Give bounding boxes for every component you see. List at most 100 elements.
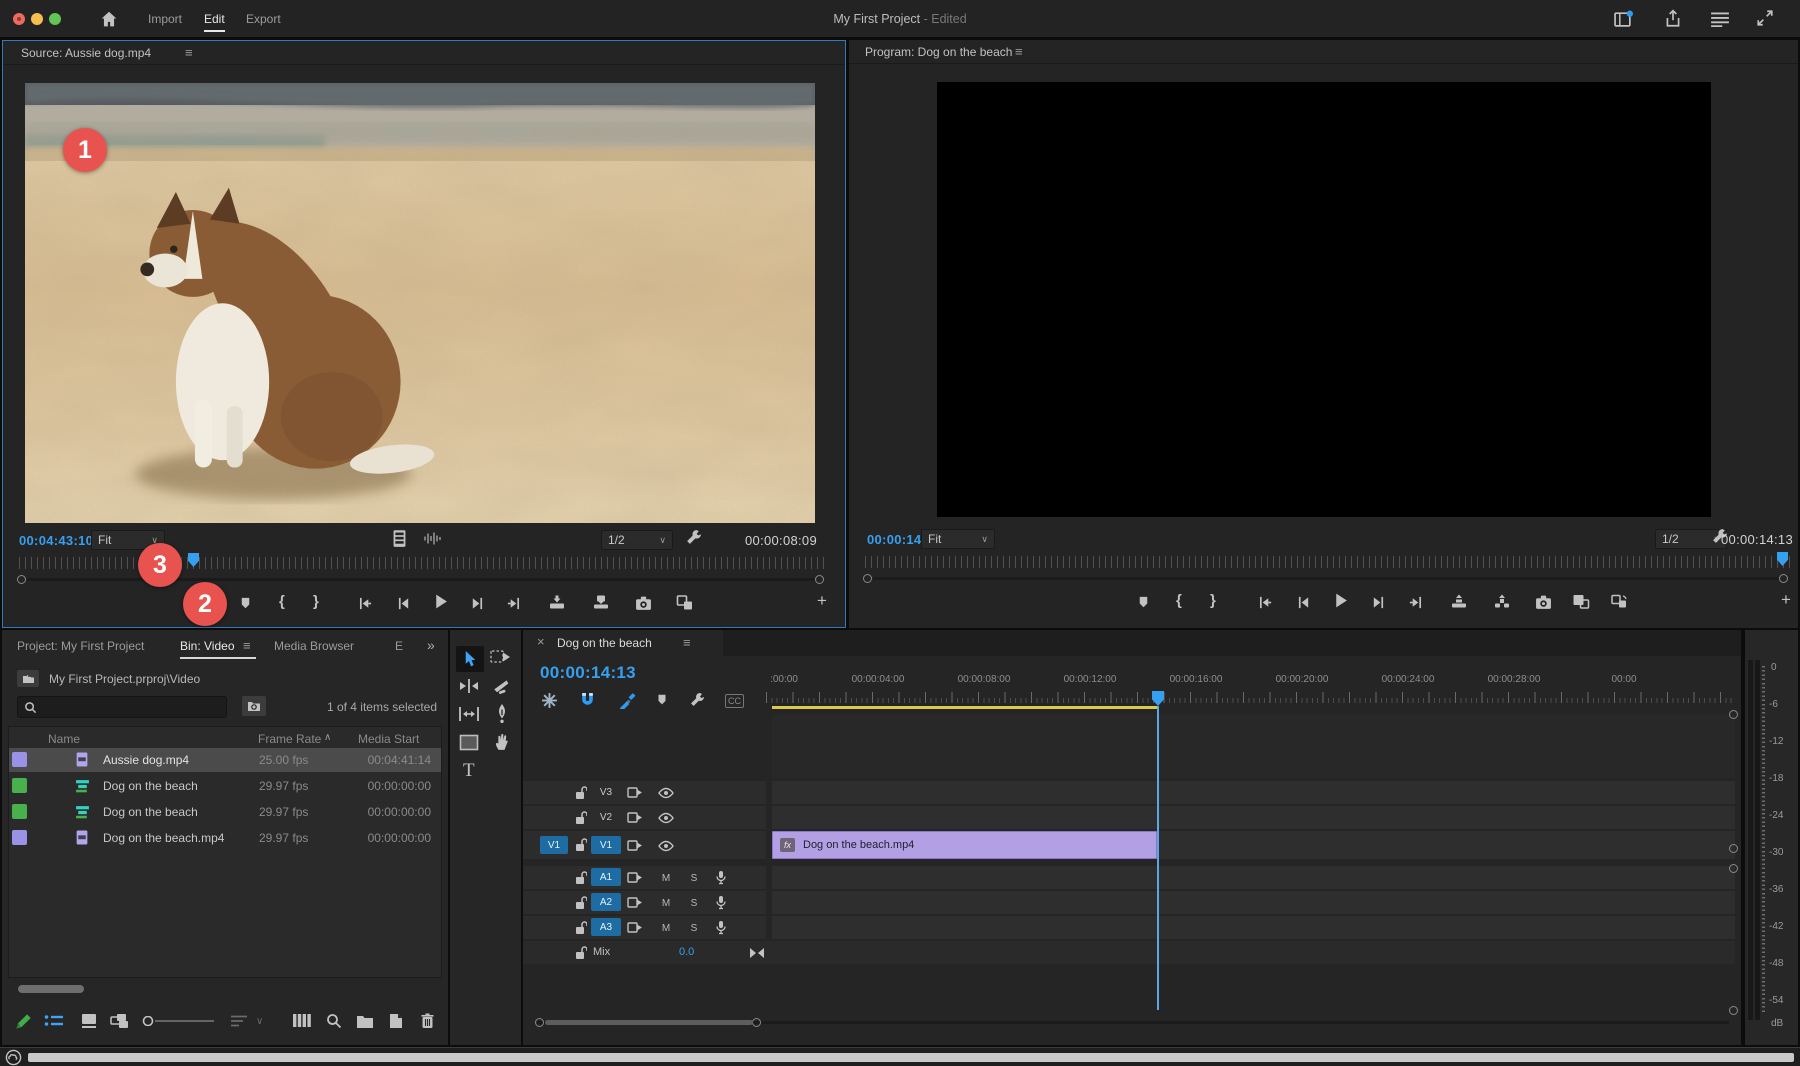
traffic-light-zoom[interactable] bbox=[49, 13, 61, 25]
traffic-light-close[interactable] bbox=[13, 13, 25, 25]
track-v1-content[interactable]: fx Dog on the beach.mp4 bbox=[772, 831, 1735, 859]
label-color-swatch[interactable] bbox=[12, 778, 27, 793]
track-label-a1[interactable]: A1 bbox=[591, 868, 621, 886]
nest-toggle-icon[interactable] bbox=[541, 692, 558, 709]
add-marker-icon[interactable] bbox=[235, 593, 255, 613]
play-button[interactable] bbox=[430, 591, 450, 611]
label-color-swatch[interactable] bbox=[12, 804, 27, 819]
sort-ascending-icon[interactable]: ∧ bbox=[324, 732, 331, 743]
sort-chevron-icon[interactable]: ∨ bbox=[256, 1016, 263, 1027]
program-scrollbar-left-knob[interactable] bbox=[863, 574, 872, 583]
timeline-hscroll-thumb[interactable] bbox=[545, 1020, 753, 1025]
track-label-v1[interactable]: V1 bbox=[591, 836, 621, 854]
program-panel-title[interactable]: Program: Dog on the beach bbox=[865, 45, 1012, 59]
button-editor-plus[interactable]: + bbox=[817, 591, 827, 611]
sequence-tab-label[interactable]: Dog on the beach bbox=[557, 636, 652, 650]
export-frame-camera-icon[interactable] bbox=[1533, 592, 1553, 612]
bin-item-row[interactable]: Dog on the beach 29.97 fps 00:00:00:00 bbox=[9, 774, 441, 798]
bin-menu-icon[interactable]: ≡ bbox=[243, 638, 251, 653]
creative-cloud-icon[interactable] bbox=[5, 1049, 22, 1066]
fullscreen-icon[interactable] bbox=[1756, 9, 1774, 27]
type-tool[interactable]: T bbox=[463, 760, 475, 782]
column-header-name[interactable]: Name bbox=[48, 732, 80, 746]
lock-icon[interactable] bbox=[575, 786, 587, 800]
source-settings-wrench-icon[interactable] bbox=[685, 529, 702, 546]
program-scrubber[interactable] bbox=[865, 556, 1790, 568]
close-tab-icon[interactable]: × bbox=[537, 634, 545, 649]
timeline-tab[interactable]: × Dog on the beach ≡ bbox=[523, 630, 723, 656]
writable-pencil-icon[interactable] bbox=[14, 1012, 33, 1031]
go-to-out-icon[interactable] bbox=[1405, 592, 1425, 612]
timeline-vscroll-knob-mid2[interactable] bbox=[1729, 864, 1738, 873]
delete-trash-icon[interactable] bbox=[420, 1013, 435, 1029]
step-forward-icon[interactable] bbox=[1368, 592, 1388, 612]
navigate-up-icon[interactable] bbox=[17, 670, 39, 687]
timeline-vscroll-knob-bottom[interactable] bbox=[1729, 1006, 1738, 1015]
play-button[interactable] bbox=[1330, 590, 1350, 610]
go-to-in-icon[interactable] bbox=[1255, 592, 1275, 612]
timeline-hscroll-knob-right[interactable] bbox=[752, 1018, 761, 1027]
clip-fx-badge[interactable]: fx bbox=[780, 838, 795, 852]
sync-lock-icon[interactable] bbox=[627, 811, 643, 824]
traffic-light-minimize[interactable] bbox=[31, 13, 43, 25]
mute-button[interactable]: M bbox=[658, 895, 674, 911]
drag-audio-icon[interactable] bbox=[423, 531, 443, 546]
workspace-icon[interactable] bbox=[1614, 10, 1633, 28]
freeform-view-icon[interactable] bbox=[110, 1013, 130, 1029]
track-a1-content[interactable] bbox=[772, 866, 1735, 889]
sync-lock-icon[interactable] bbox=[627, 786, 643, 799]
track-a2-content[interactable] bbox=[772, 891, 1735, 914]
track-label-v3[interactable]: V3 bbox=[591, 783, 621, 801]
track-label-v2[interactable]: V2 bbox=[591, 808, 621, 826]
solo-button[interactable]: S bbox=[686, 870, 702, 886]
label-color-swatch[interactable] bbox=[12, 830, 27, 845]
lock-icon[interactable] bbox=[575, 871, 587, 885]
program-zoom-select[interactable]: Fit∨ bbox=[921, 529, 995, 549]
solo-button[interactable]: S bbox=[686, 895, 702, 911]
program-video-viewport[interactable] bbox=[937, 82, 1711, 517]
bin-item-row[interactable]: Dog on the beach 29.97 fps 00:00:00:00 bbox=[9, 800, 441, 824]
overwrite-icon[interactable] bbox=[591, 592, 611, 612]
source-resolution-select[interactable]: 1/2∨ bbox=[601, 530, 673, 550]
horizontal-scrollbar-thumb[interactable] bbox=[18, 985, 84, 993]
extract-icon[interactable] bbox=[1492, 591, 1512, 611]
source-patch-v1[interactable]: V1 bbox=[540, 836, 568, 854]
fade-icon[interactable] bbox=[749, 947, 765, 959]
lock-icon[interactable] bbox=[575, 838, 587, 852]
new-bin-folder-icon[interactable] bbox=[356, 1014, 374, 1028]
timeline-menu-icon[interactable]: ≡ bbox=[683, 635, 691, 650]
work-area-bar[interactable] bbox=[772, 706, 1157, 709]
tab-overflow-truncated[interactable]: E bbox=[395, 639, 403, 653]
track-v3-content[interactable] bbox=[772, 781, 1735, 804]
timeline-marker-icon[interactable] bbox=[655, 693, 669, 707]
menu-stack-icon[interactable] bbox=[1710, 11, 1730, 27]
track-select-forward-tool[interactable] bbox=[490, 649, 512, 666]
snap-magnet-icon[interactable] bbox=[580, 692, 595, 709]
program-scrollbar-track[interactable] bbox=[873, 577, 1779, 580]
search-input[interactable] bbox=[17, 696, 227, 718]
source-panel-menu-icon[interactable]: ≡ bbox=[185, 45, 193, 60]
go-to-in-icon[interactable] bbox=[355, 593, 375, 613]
step-back-icon[interactable] bbox=[1293, 592, 1313, 612]
column-header-media-start[interactable]: Media Start bbox=[358, 732, 419, 746]
hand-tool[interactable] bbox=[494, 732, 511, 751]
timeline-vscroll-knob-mid1[interactable] bbox=[1729, 844, 1738, 853]
button-editor-plus[interactable]: + bbox=[1781, 590, 1791, 610]
label-color-swatch[interactable] bbox=[12, 752, 27, 767]
timeline-ruler[interactable]: :00:00 00:00:04:00 00:00:08:00 00:00:12:… bbox=[766, 670, 1735, 706]
track-label-a2[interactable]: A2 bbox=[591, 893, 621, 911]
source-video-viewport[interactable] bbox=[25, 83, 815, 523]
lift-icon[interactable] bbox=[1449, 591, 1469, 611]
drag-video-icon[interactable] bbox=[391, 529, 408, 548]
lock-icon[interactable] bbox=[575, 946, 587, 960]
mute-button[interactable]: M bbox=[658, 870, 674, 886]
rectangle-tool[interactable] bbox=[459, 734, 479, 751]
insert-icon[interactable] bbox=[547, 592, 567, 612]
mark-out-icon[interactable]: } bbox=[313, 593, 319, 610]
new-item-icon[interactable] bbox=[388, 1013, 404, 1029]
find-icon[interactable] bbox=[326, 1013, 342, 1029]
step-back-icon[interactable] bbox=[393, 593, 413, 613]
slip-tool[interactable] bbox=[458, 706, 480, 722]
tab-project[interactable]: Project: My First Project bbox=[17, 639, 144, 653]
source-current-timecode[interactable]: 00:04:43:10 bbox=[19, 533, 93, 548]
